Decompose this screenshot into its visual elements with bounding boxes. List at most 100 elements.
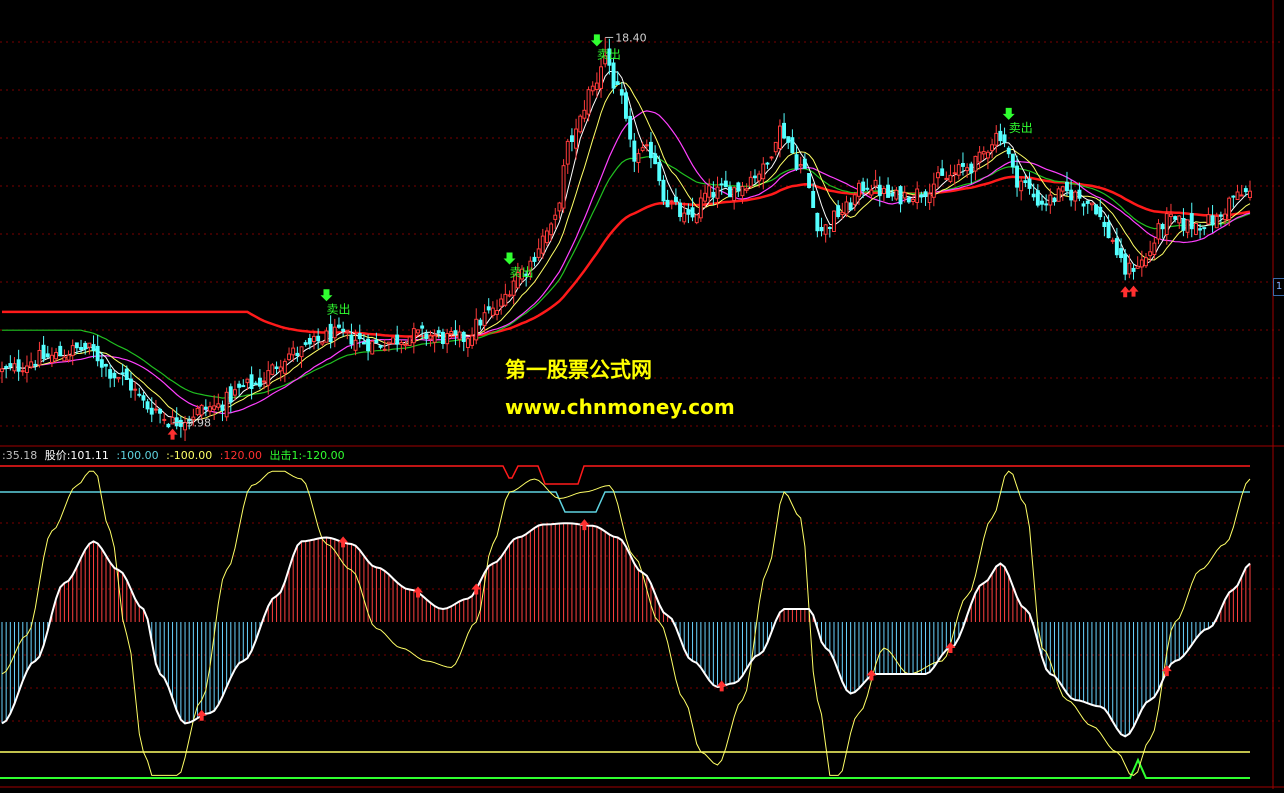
candle-body	[761, 163, 766, 180]
candle-body	[823, 224, 828, 235]
candle-body	[25, 365, 29, 373]
candle-body	[307, 338, 312, 345]
candle-body	[357, 333, 362, 340]
candle-body	[124, 368, 129, 381]
sell-arrow-icon	[1002, 107, 1015, 120]
candle-body	[1202, 227, 1207, 230]
candle-body	[478, 319, 483, 326]
candle-body	[104, 364, 108, 367]
candle-body	[278, 366, 283, 372]
candle-body	[886, 184, 890, 198]
candle-body	[461, 331, 466, 342]
candle-body	[778, 125, 782, 149]
candle-body	[661, 179, 666, 202]
legend-value: :35.18	[2, 449, 38, 462]
candle-body	[669, 200, 674, 203]
candle-body	[1160, 224, 1165, 230]
candle-body	[41, 344, 46, 360]
candle-body	[1144, 257, 1148, 267]
candle-body	[553, 214, 558, 220]
candle-body	[911, 199, 915, 202]
candle-body	[116, 376, 121, 380]
candle-body	[827, 227, 832, 229]
watermark-url[interactable]: www.chnmoney.com	[505, 395, 735, 419]
candle-body	[1152, 242, 1157, 256]
candle-body	[948, 174, 953, 182]
sell-signal-label: 卖出	[597, 47, 621, 61]
candle-body	[0, 368, 4, 373]
candle-body	[890, 192, 895, 197]
indicator-panel[interactable]	[0, 465, 1251, 779]
candle-body	[1094, 204, 1098, 215]
candle-body	[619, 89, 624, 96]
candle-body	[428, 335, 433, 340]
candle-body	[965, 167, 970, 172]
candle-body	[698, 197, 703, 219]
candle-body	[757, 173, 762, 182]
candle-body	[973, 155, 978, 172]
candle-body	[732, 187, 737, 201]
candle-body	[83, 342, 88, 350]
candle-body	[108, 369, 113, 379]
candle-body	[786, 136, 791, 143]
candle-body	[1127, 262, 1132, 275]
candle-body	[927, 193, 932, 203]
candle-body	[1031, 193, 1036, 198]
legend-red-line: :120.00	[219, 449, 262, 462]
candle-body	[1248, 190, 1252, 198]
sell-signal-label: 卖出	[1009, 121, 1033, 135]
candle-body	[474, 318, 479, 341]
candle-body	[224, 391, 229, 418]
candle-body	[1027, 178, 1032, 189]
candle-body	[740, 186, 745, 197]
candle-body	[802, 158, 807, 169]
candle-body	[58, 345, 63, 357]
candle-body	[1015, 165, 1019, 188]
candle-body	[624, 92, 628, 119]
candle-body	[1065, 181, 1069, 192]
legend-strike: 出击1:-120.00	[269, 449, 345, 462]
candle-body	[611, 62, 616, 89]
candle-body	[682, 212, 687, 223]
candle-body	[436, 330, 441, 334]
candle-body	[549, 223, 554, 236]
candle-body	[1114, 238, 1119, 256]
candle-body	[337, 324, 341, 328]
candle-body	[1090, 202, 1094, 206]
candle-body	[457, 331, 462, 340]
candle-body	[590, 85, 595, 92]
candle-body	[1006, 147, 1011, 155]
candle-body	[149, 407, 154, 415]
candle-body	[178, 419, 183, 427]
candle-body	[174, 417, 179, 427]
candle-body	[62, 356, 67, 362]
candle-body	[1119, 248, 1123, 259]
candle-body	[453, 330, 458, 335]
candle-body	[694, 214, 699, 224]
candle-body	[1010, 153, 1015, 168]
candle-body	[665, 199, 670, 208]
candle-body	[432, 335, 437, 343]
candle-body	[270, 364, 275, 375]
candle-body	[852, 194, 857, 205]
candle-body	[154, 408, 158, 411]
candle-body	[1164, 213, 1169, 236]
candle-body	[158, 408, 163, 414]
candle-body	[287, 353, 292, 361]
candle-body	[353, 339, 358, 351]
candle-body	[690, 207, 695, 218]
candle-body	[1139, 259, 1144, 268]
candle-body	[74, 342, 79, 349]
candle-body	[1102, 221, 1107, 227]
candle-body	[536, 248, 541, 258]
candle-body	[703, 192, 707, 202]
candle-body	[466, 338, 470, 349]
candle-body	[1123, 253, 1128, 275]
candle-body	[865, 187, 870, 190]
candle-body	[1106, 222, 1111, 239]
candle-body	[12, 363, 17, 372]
legend-upper: :100.00	[116, 449, 159, 462]
candle-body	[919, 194, 924, 198]
candle-body	[1023, 180, 1028, 183]
signal-arrow-icon	[338, 536, 349, 548]
